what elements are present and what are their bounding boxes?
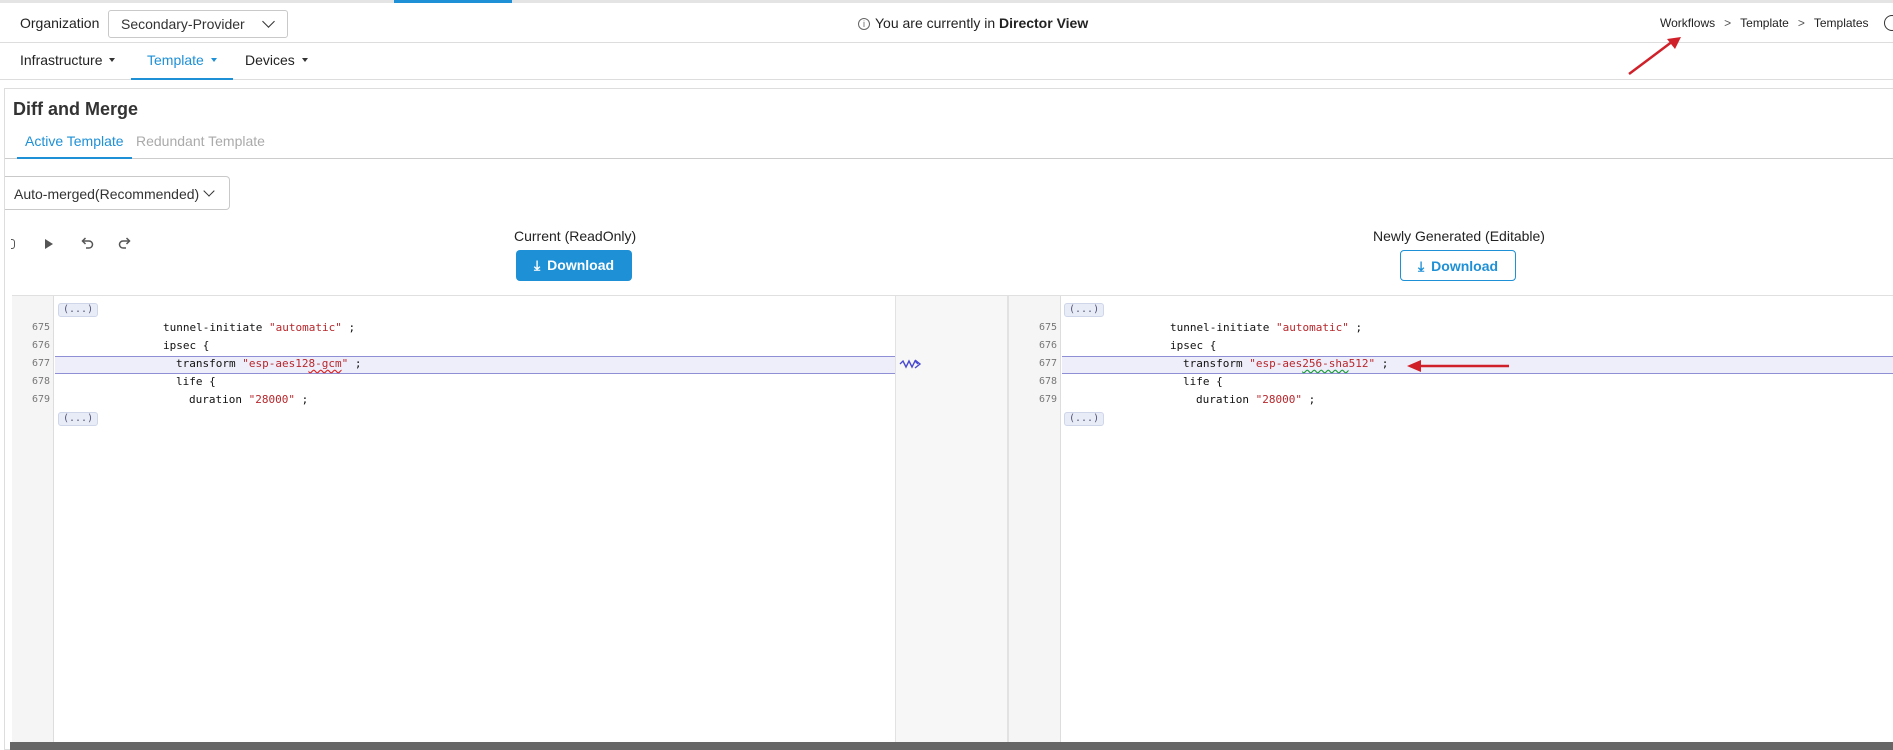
chevron-down-icon — [262, 15, 275, 28]
merge-arrow-icon[interactable] — [899, 358, 923, 370]
code-terminator: ; — [1375, 357, 1389, 370]
code-string: "automatic" — [268, 321, 342, 334]
caret-down-icon — [210, 58, 217, 62]
nav-infrastructure[interactable]: Infrastructure — [20, 44, 116, 80]
code-string-changed: 8-gcm — [308, 357, 342, 370]
code-terminator: ; — [341, 321, 356, 334]
left-code-line-678: life { — [176, 375, 216, 388]
horizontal-scrollbar[interactable] — [10, 742, 1893, 750]
page-title: Diff and Merge — [13, 99, 139, 119]
user-icon[interactable] — [1884, 15, 1893, 31]
organization-select[interactable]: Secondary-Provider — [108, 10, 288, 38]
code-string: "automatic" — [1275, 321, 1349, 334]
left-line-number: 678 — [31, 376, 50, 387]
code-key: tunnel-initiate — [1170, 321, 1276, 334]
code-string: "28000" — [1255, 393, 1302, 406]
code-terminator: ; — [1301, 393, 1316, 406]
left-fold-marker-bottom[interactable]: (...) — [58, 412, 99, 426]
download-icon: ⤓ — [533, 257, 541, 273]
right-line-number: 678 — [1038, 376, 1057, 387]
code-key: duration — [189, 393, 249, 406]
nav-infrastructure-label: Infrastructure — [20, 52, 103, 68]
download-current-label: Download — [547, 257, 615, 273]
breadcrumb-template[interactable]: Template — [1740, 16, 1789, 30]
redo-icon[interactable] — [117, 235, 133, 251]
caret-down-icon — [109, 58, 116, 62]
left-code-line-675: tunnel-initiate "automatic" ; — [163, 319, 355, 337]
right-code-line-678: life { — [1183, 375, 1223, 388]
template-tabs: Active Template Redundant Template — [5, 129, 1893, 159]
right-line-number: 675 — [1038, 322, 1057, 333]
left-line-number: 677 — [31, 358, 50, 369]
director-prefix: You are currently in — [875, 15, 996, 31]
code-terminator: ; — [348, 357, 362, 370]
code-string: 512" — [1348, 357, 1376, 370]
code-key: tunnel-initiate — [163, 321, 269, 334]
right-line-number: 677 — [1038, 358, 1057, 369]
code-key: transform — [176, 357, 243, 370]
code-string: "esp-aes12 — [242, 357, 309, 370]
right-fold-marker-bottom[interactable]: (...) — [1064, 412, 1105, 426]
nav-devices[interactable]: Devices — [245, 44, 308, 80]
app-header: Organization Secondary-Provider i You are… — [0, 3, 1893, 43]
breadcrumb-separator: > — [1797, 16, 1805, 30]
code-key: transform — [1183, 357, 1250, 370]
director-view-label: Director View — [999, 15, 1089, 31]
current-pane-label: Current (ReadOnly) — [514, 228, 637, 244]
left-code-line-676: ipsec { — [163, 339, 210, 352]
nav-template[interactable]: Template — [131, 44, 233, 80]
right-code-line-679: duration "28000" ; — [1196, 391, 1315, 409]
undo-icon[interactable] — [79, 235, 95, 251]
organization-label: Organization — [20, 15, 100, 31]
chevron-down-icon — [203, 185, 215, 197]
director-view-notice: i You are currently in Director View — [858, 15, 1088, 31]
code-terminator: ; — [294, 393, 309, 406]
annotation-arrow-left — [1407, 360, 1509, 372]
annotation-arrow-up — [1628, 37, 1681, 75]
code-string-changed: 256-sha — [1302, 357, 1349, 370]
left-line-number: 675 — [31, 322, 50, 333]
download-generated-button[interactable]: ⤓ Download — [1400, 250, 1516, 281]
right-fold-marker-top[interactable]: (...) — [1064, 303, 1105, 317]
play-icon[interactable] — [45, 239, 53, 249]
tab-redundant-template[interactable]: Redundant Template — [136, 133, 265, 159]
caret-down-icon — [301, 58, 308, 62]
nav-devices-label: Devices — [245, 52, 295, 68]
code-string: "28000" — [248, 393, 295, 406]
code-terminator: ; — [1348, 321, 1363, 334]
download-current-button[interactable]: ⤓ Download — [516, 250, 632, 281]
left-fold-marker-top[interactable]: (...) — [58, 303, 99, 317]
right-code-line-676: ipsec { — [1170, 339, 1217, 352]
collapse-icon[interactable] — [11, 239, 15, 249]
breadcrumb-workflows[interactable]: Workflows — [1660, 16, 1715, 30]
breadcrumb: Workflows > Template > Templates — [1660, 16, 1869, 30]
organization-value: Secondary-Provider — [121, 16, 245, 32]
code-string: "esp-aes — [1249, 357, 1303, 370]
left-line-number: 676 — [31, 340, 50, 351]
tab-active-template[interactable]: Active Template — [17, 133, 132, 159]
download-icon: ⤓ — [1417, 258, 1425, 274]
left-code-line-679: duration "28000" ; — [189, 391, 308, 409]
merge-mode-value: Auto-merged(Recommended) — [14, 186, 200, 202]
breadcrumb-templates[interactable]: Templates — [1814, 16, 1869, 30]
left-code-line-677: transform "esp-aes128-gcm" ; — [176, 355, 361, 373]
info-icon: i — [858, 18, 870, 30]
main-nav: Infrastructure Template Devices — [0, 44, 1893, 80]
download-generated-label: Download — [1431, 258, 1499, 274]
code-key: duration — [1196, 393, 1256, 406]
right-line-number: 676 — [1038, 340, 1057, 351]
right-line-number: 679 — [1038, 394, 1057, 405]
merge-mode-select[interactable]: Auto-merged(Recommended) — [5, 176, 230, 210]
right-code-line-677[interactable]: transform "esp-aes256-sha512" ; — [1183, 355, 1388, 373]
breadcrumb-separator: > — [1724, 16, 1732, 30]
right-code-line-675: tunnel-initiate "automatic" ; — [1170, 319, 1362, 337]
nav-template-label: Template — [147, 52, 204, 68]
left-line-number: 679 — [31, 394, 50, 405]
generated-pane-label: Newly Generated (Editable) — [1373, 228, 1545, 244]
